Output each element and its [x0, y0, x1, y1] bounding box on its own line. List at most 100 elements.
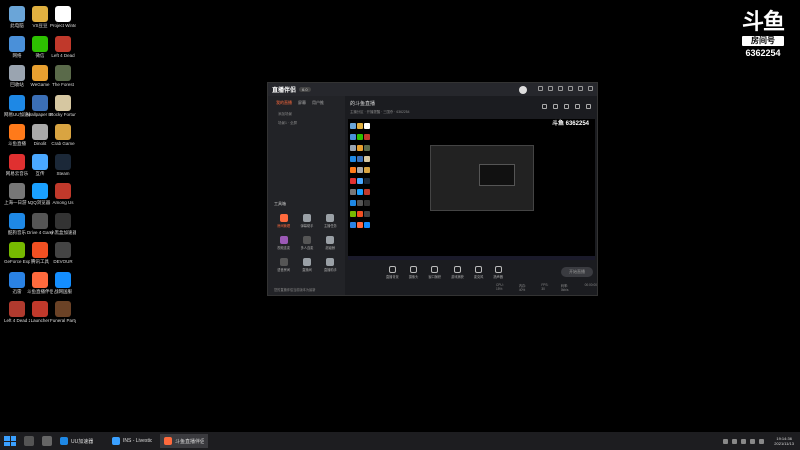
- desktop-icon[interactable]: Left 4 Dead: [50, 35, 76, 58]
- task-label: UU加速器: [71, 438, 94, 445]
- control-icon: [494, 266, 502, 273]
- tool-icon: [302, 214, 311, 222]
- app-icon: [32, 94, 48, 111]
- app-icon: [9, 212, 25, 229]
- tool-label: 直播助手: [323, 268, 337, 272]
- streaming-app-window: 直播伴侣 6.0 我的直播 屏幕 用户推 添加场景 场景1 · 全屏 工具箱 房…: [267, 82, 598, 296]
- tool-icon: [302, 258, 311, 266]
- close-icon[interactable]: [588, 85, 593, 91]
- taskbar-task[interactable]: 斗鱼直播伴侣: [160, 434, 208, 448]
- source-control[interactable]: 窗口捕获: [428, 266, 441, 279]
- mail-icon[interactable]: [538, 85, 543, 91]
- tab-screen[interactable]: 屏幕: [298, 100, 306, 106]
- app-icon: [9, 94, 25, 111]
- maximize-icon[interactable]: [578, 85, 583, 91]
- desktop-icon[interactable]: 战网国服: [50, 271, 76, 294]
- minimize-icon[interactable]: [568, 85, 573, 91]
- toolbox-item[interactable]: 直播助手: [319, 258, 342, 272]
- app-icon: [55, 301, 71, 317]
- link-icon[interactable]: [586, 104, 591, 109]
- sidebar-tabs: 我的直播 屏幕 用户推: [268, 96, 345, 110]
- source-control[interactable]: 摄像头: [409, 266, 418, 279]
- control-label: 直播背景: [386, 275, 399, 279]
- preview-icon: [357, 145, 363, 151]
- copy-icon[interactable]: [564, 104, 569, 109]
- desktop-icon[interactable]: Project Winter: [50, 6, 76, 28]
- tool-icon: [326, 258, 335, 266]
- avatar[interactable]: [519, 85, 527, 94]
- preview-taskbar: [348, 256, 595, 260]
- task-view-icon[interactable]: [42, 436, 52, 446]
- app-icon: [55, 35, 71, 52]
- source-control[interactable]: 直播背景: [386, 266, 399, 279]
- desktop-icon[interactable]: Funeral Party: [50, 301, 76, 323]
- desktop-icon[interactable]: Steam: [50, 153, 76, 176]
- control-label: 游戏捕获: [451, 275, 464, 279]
- menu-icon[interactable]: [558, 85, 563, 91]
- toolbox-title: 工具箱: [274, 201, 286, 206]
- toolbox-item[interactable]: 弹幕助手: [295, 214, 318, 228]
- taskbar-task[interactable]: INS - Livestick Gi...: [108, 434, 156, 448]
- settings-icon[interactable]: [548, 85, 553, 91]
- desktop-icon[interactable]: Rocky Fortune: [50, 94, 76, 117]
- toolbox-item[interactable]: 房间管理: [272, 214, 295, 228]
- toolbox-item[interactable]: 多人连麦: [295, 236, 318, 250]
- add-scene-button[interactable]: 添加场景: [268, 110, 345, 119]
- preview-icon: [350, 178, 356, 184]
- preview-icon: [357, 189, 363, 195]
- preview-icon: [364, 189, 370, 195]
- network-icon[interactable]: [750, 438, 756, 444]
- desktop-icon-label: Rocky Fortune: [50, 111, 76, 117]
- desktop-icon-label: 小黑盒加速器: [50, 229, 76, 235]
- windows-start-icon[interactable]: [4, 436, 16, 446]
- watermark-room-id: 6362254: [745, 48, 781, 58]
- record-icon[interactable]: [542, 104, 547, 109]
- toolbox-item[interactable]: 主播任务: [319, 214, 342, 228]
- toolbox-item[interactable]: 超级鲸: [319, 236, 342, 250]
- desktop-icon[interactable]: 小黑盒加速器: [50, 212, 76, 235]
- clock[interactable]: 19:14:36 2021/11/13: [774, 436, 794, 446]
- preview-icon: [350, 156, 356, 162]
- volume-icon[interactable]: [759, 438, 765, 444]
- app-icon: [55, 271, 71, 288]
- live-preview[interactable]: 斗鱼 6362254: [348, 119, 595, 260]
- control-icon: [431, 266, 439, 273]
- preview-icon: [350, 167, 356, 173]
- preview-icon: [364, 134, 370, 140]
- toolbox-item[interactable]: 语音房间: [272, 258, 295, 272]
- app-icon: [32, 301, 48, 317]
- desktop-icon[interactable]: DEVOUR: [50, 242, 76, 264]
- source-control[interactable]: 游戏捕获: [451, 266, 464, 279]
- tray-app-icon[interactable]: [741, 438, 747, 444]
- preview-icon: [350, 123, 356, 129]
- camera-icon[interactable]: [575, 104, 580, 109]
- tool-icon: [279, 236, 288, 244]
- desktop-icon[interactable]: Crab Game: [50, 124, 76, 146]
- desktop-icon[interactable]: The Forest: [50, 65, 76, 87]
- tool-label: 视频连麦: [277, 246, 291, 250]
- version-badge[interactable]: 6.0: [299, 87, 311, 92]
- search-icon[interactable]: [24, 436, 34, 446]
- source-control[interactable]: 扬声器: [493, 266, 503, 279]
- app-icon: [32, 242, 48, 258]
- tool-icon: [326, 214, 335, 222]
- desktop-icon-label: 战网国服: [54, 288, 72, 294]
- preview-icon: [364, 211, 370, 217]
- tab-my-live[interactable]: 我的直播: [276, 100, 292, 106]
- tray-app-icon[interactable]: [723, 438, 729, 444]
- start-live-button[interactable]: 开始直播: [561, 267, 593, 277]
- control-label: 窗口捕获: [428, 275, 442, 279]
- task-icon: [164, 437, 172, 445]
- share-icon[interactable]: [553, 104, 558, 109]
- desktop-icon[interactable]: Among Us: [50, 183, 76, 205]
- scene-item[interactable]: 场景1 · 全屏: [268, 119, 345, 128]
- task-label: 斗鱼直播伴侣: [175, 438, 204, 445]
- app-icon: [55, 65, 71, 81]
- toolbox-item[interactable]: 视频连麦: [272, 236, 295, 250]
- tab-user[interactable]: 用户推: [312, 100, 324, 106]
- source-control[interactable]: 麦克风: [474, 266, 483, 279]
- tray-app-icon[interactable]: [732, 438, 738, 444]
- toolbox-item[interactable]: 直播间: [295, 258, 318, 272]
- system-tray: 19:14:36 2021/11/13: [723, 436, 794, 446]
- taskbar-task[interactable]: UU加速器: [56, 434, 104, 448]
